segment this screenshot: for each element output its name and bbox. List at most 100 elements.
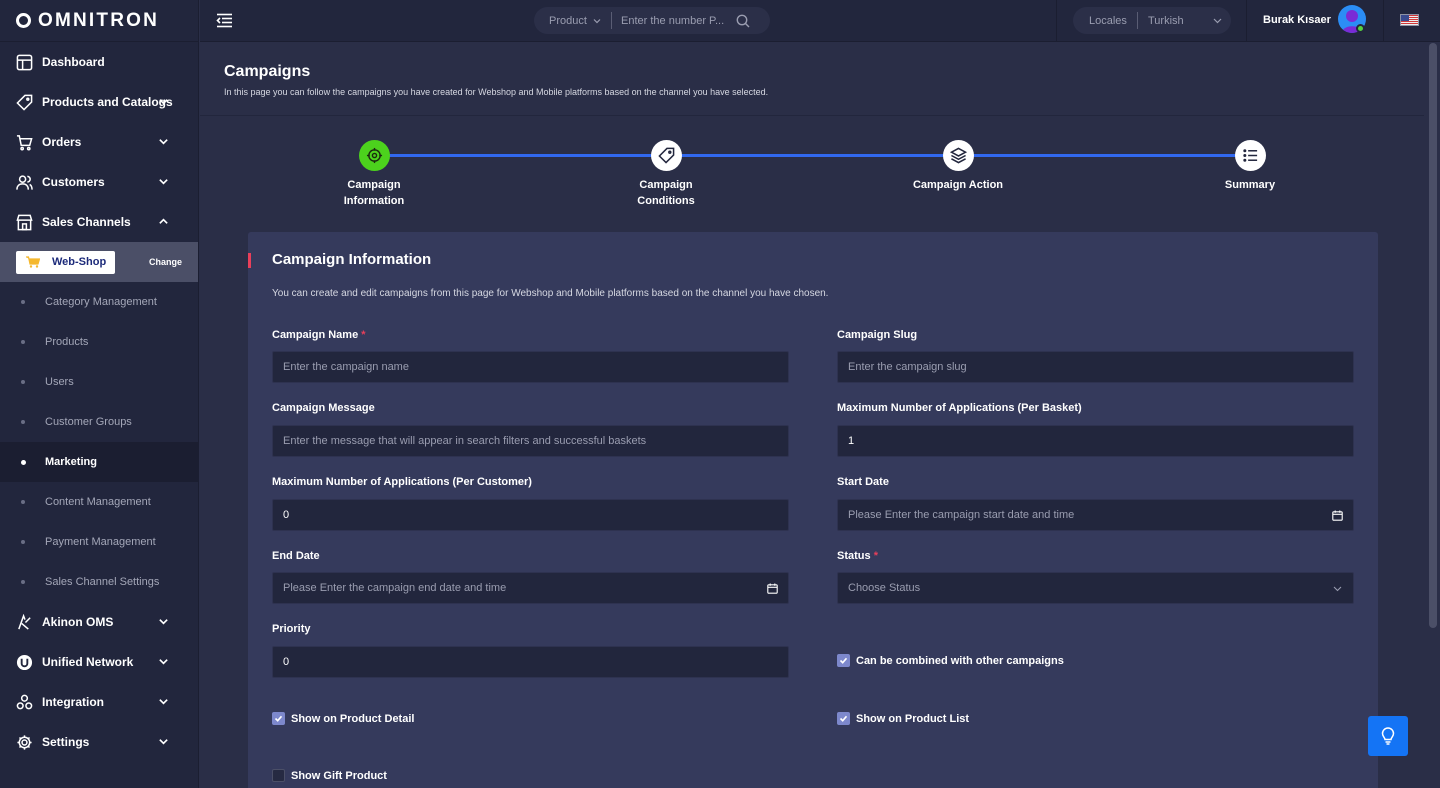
chevron-down-icon [159, 139, 168, 145]
sidebar-item-products-catalogs[interactable]: Products and Catalogs [0, 82, 198, 122]
card-accent-bar [248, 253, 251, 268]
sidebar-item-dashboard[interactable]: Dashboard [0, 42, 198, 82]
locale-select[interactable]: Locales Turkish [1073, 7, 1231, 34]
campaign-information-card: Campaign Information You can create and … [248, 232, 1378, 788]
chevron-down-icon [159, 99, 168, 105]
sidebar-item-sales-channels[interactable]: Sales Channels [0, 202, 198, 242]
sidebar-subitem-category-management[interactable]: Category Management [0, 282, 198, 322]
users-icon [16, 174, 33, 190]
step-label: Summary [1190, 177, 1310, 193]
integration-icon [16, 694, 33, 709]
sidebar-item-label: Sales Channels [42, 215, 131, 229]
show-list-label: Show on Product List [856, 712, 970, 725]
campaign-stepper: Campaign Information Campaign Conditions… [200, 116, 1424, 226]
sidebar-subitem-customer-groups[interactable]: Customer Groups [0, 402, 198, 442]
sidebar-subitem-sales-channel-settings[interactable]: Sales Channel Settings [0, 562, 198, 602]
priority-input[interactable]: 0 [272, 646, 789, 678]
top-bar: Product Enter the number P... Locales Tu… [200, 0, 1440, 42]
channel-name: Web-Shop [52, 256, 107, 268]
show-gift-checkbox-row[interactable]: Show Gift Product [272, 769, 387, 782]
logo-icon [16, 13, 31, 28]
page-description: In this page you can follow the campaign… [224, 87, 769, 97]
show-list-checkbox[interactable] [837, 712, 850, 725]
sidebar-item-akinon-oms[interactable]: Akinon OMS [0, 602, 198, 642]
max-per-customer-input[interactable]: 0 [272, 499, 789, 531]
network-icon [16, 654, 33, 670]
user-name[interactable]: Burak Kısaer [1263, 14, 1331, 26]
sidebar-item-label: Settings [42, 735, 90, 749]
show-gift-label: Show Gift Product [291, 769, 387, 782]
dashboard-icon [16, 54, 33, 70]
card-description: You can create and edit campaigns from t… [272, 288, 829, 299]
stepper-progress-line [378, 154, 1250, 157]
required-mark: * [361, 329, 366, 341]
campaign-message-label: Campaign Message [272, 402, 375, 414]
combinable-checkbox[interactable] [837, 654, 850, 667]
sidebar-item-settings[interactable]: Settings [0, 722, 198, 762]
sidebar-subitem-users[interactable]: Users [0, 362, 198, 402]
chevron-down-icon [1213, 18, 1222, 24]
campaign-name-input[interactable]: Enter the campaign name [272, 351, 789, 383]
end-date-input[interactable]: Please Enter the campaign end date and t… [272, 572, 789, 604]
lightbulb-icon [1381, 727, 1395, 745]
step-label-line1: Summary [1224, 179, 1276, 191]
step-label-line1: Campaign [639, 179, 693, 191]
list-icon [1242, 149, 1257, 162]
max-per-customer-label: Maximum Number of Applications (Per Cust… [272, 476, 532, 488]
step-campaign-conditions[interactable]: Campaign Conditions [606, 140, 726, 209]
divider [1383, 0, 1384, 42]
locale-label: Locales [1073, 12, 1138, 29]
start-date-input[interactable]: Please Enter the campaign start date and… [837, 499, 1354, 531]
language-flag-icon[interactable] [1400, 14, 1419, 26]
campaign-slug-input[interactable]: Enter the campaign slug [837, 351, 1354, 383]
gear-icon [17, 734, 32, 750]
channel-button[interactable]: Web-Shop [16, 250, 115, 274]
online-status-dot [1356, 24, 1365, 33]
calendar-icon[interactable] [1332, 510, 1343, 521]
sidebar-item-customers[interactable]: Customers [0, 162, 198, 202]
search-type-value: Product [549, 14, 587, 27]
sidebar-item-integration[interactable]: Integration [0, 682, 198, 722]
show-gift-checkbox[interactable] [272, 769, 285, 782]
sidebar-subitem-payment-management[interactable]: Payment Management [0, 522, 198, 562]
status-label: Status * [837, 550, 878, 562]
status-placeholder: Choose Status [848, 582, 921, 594]
search-icon[interactable] [736, 14, 750, 28]
oms-icon [18, 613, 31, 630]
sidebar-item-label: Akinon OMS [42, 615, 114, 629]
sidebar-item-unified-network[interactable]: Unified Network [0, 642, 198, 682]
divider [1056, 0, 1057, 42]
calendar-icon[interactable] [767, 583, 778, 594]
step-summary[interactable]: Summary [1190, 140, 1310, 193]
help-button[interactable] [1368, 716, 1408, 756]
search-input[interactable]: Enter the number P... [612, 15, 734, 27]
sidebar-subitem-content-management[interactable]: Content Management [0, 482, 198, 522]
logo[interactable]: OMNITRON [0, 0, 198, 42]
collapse-menu-icon[interactable] [216, 13, 233, 28]
step-campaign-action[interactable]: Campaign Action [898, 140, 1018, 193]
step-label: Campaign Action [898, 177, 1018, 193]
status-select[interactable]: Choose Status [837, 572, 1354, 604]
show-detail-checkbox[interactable] [272, 712, 285, 725]
step-circle [650, 140, 682, 171]
show-detail-checkbox-row[interactable]: Show on Product Detail [272, 712, 414, 725]
sidebar-subitem-products[interactable]: Products [0, 322, 198, 362]
status-label-text: Status [837, 550, 871, 562]
step-label: Campaign Conditions [606, 177, 726, 209]
scrollbar-thumb[interactable] [1429, 43, 1437, 628]
campaign-message-input[interactable]: Enter the message that will appear in se… [272, 425, 789, 457]
search-type-select[interactable]: Product [534, 12, 612, 29]
sidebar-item-orders[interactable]: Orders [0, 122, 198, 162]
tag-icon [657, 147, 674, 164]
combinable-checkbox-row[interactable]: Can be combined with other campaigns [837, 654, 1064, 667]
sidebar-subitem-marketing[interactable]: Marketing [0, 442, 198, 482]
sidebar: OMNITRON Dashboard Products and Catalogs… [0, 0, 199, 788]
show-list-checkbox-row[interactable]: Show on Product List [837, 712, 969, 725]
change-channel-link[interactable]: Change [149, 257, 182, 267]
step-label-line2: Conditions [637, 195, 695, 207]
check-icon [839, 657, 848, 664]
sidebar-item-label: Dashboard [42, 55, 105, 69]
chevron-down-icon [593, 18, 601, 23]
step-campaign-information[interactable]: Campaign Information [314, 140, 434, 209]
max-per-basket-input[interactable]: 1 [837, 425, 1354, 457]
